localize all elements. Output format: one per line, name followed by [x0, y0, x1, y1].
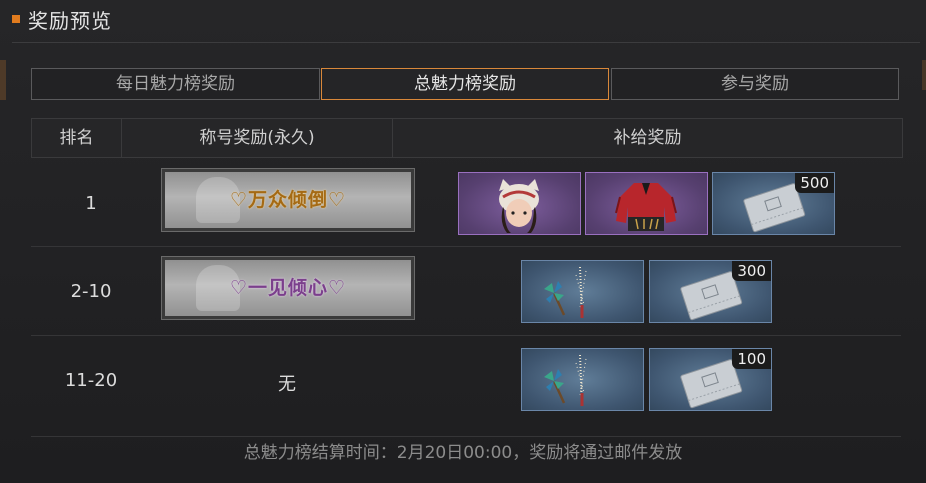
item-count: 100	[732, 349, 771, 369]
title-bullet-icon	[12, 15, 20, 23]
settlement-note: 总魅力榜结算时间：2月20日00:00，奖励将通过邮件发放	[243, 443, 683, 463]
table-row: 11-20 无 100	[31, 336, 901, 424]
reward-item[interactable]: 100	[649, 348, 772, 411]
tab-total-charm[interactable]: 总魅力榜奖励	[321, 68, 609, 100]
item-count: 500	[795, 173, 834, 193]
page-title: 奖励预览	[28, 9, 112, 33]
pinwheel-firework-icon	[544, 354, 587, 406]
reward-item[interactable]	[521, 260, 644, 323]
pinwheel-firework-icon	[544, 266, 587, 318]
left-edge-decoration	[0, 60, 6, 100]
no-title-text: 无	[278, 374, 296, 395]
table-header: 排名 称号奖励(永久) 补给奖励	[31, 118, 903, 158]
header-supply-reward: 补给奖励	[613, 128, 682, 148]
table-row: 1 ♡万众倾倒♡ 500	[31, 158, 901, 246]
reward-item[interactable]: 300	[649, 260, 772, 323]
tab-participation[interactable]: 参与奖励	[611, 68, 899, 100]
rank-value: 11-20	[64, 370, 118, 391]
red-jacket-icon	[615, 183, 677, 231]
reward-item[interactable]: 500	[712, 172, 835, 235]
reward-preview-panel: 奖励预览 每日魅力榜奖励 总魅力榜奖励 参与奖励 排名 称号奖励(永久) 补给奖…	[0, 0, 926, 483]
rank-value: 1	[85, 193, 97, 214]
reward-item[interactable]	[585, 172, 708, 235]
character-head-icon	[499, 179, 539, 233]
title-badge[interactable]: ♡一见倾心♡	[161, 256, 415, 320]
header-title-reward: 称号奖励(永久)	[199, 128, 315, 148]
title-badge-text: ♡一见倾心♡	[229, 277, 347, 299]
item-count: 300	[732, 261, 771, 281]
rank-value: 2-10	[70, 281, 112, 302]
title-badge[interactable]: ♡万众倾倒♡	[161, 168, 415, 232]
tab-daily-charm[interactable]: 每日魅力榜奖励	[31, 68, 320, 100]
tab-bar: 每日魅力榜奖励 总魅力榜奖励 参与奖励	[31, 68, 899, 100]
table-row: 2-10 ♡一见倾心♡ 300	[31, 247, 901, 335]
header-rank: 排名	[59, 128, 94, 148]
reward-item[interactable]	[521, 348, 644, 411]
right-edge-decoration	[922, 60, 926, 90]
title-divider	[12, 42, 920, 43]
reward-item[interactable]	[458, 172, 581, 235]
title-bar: 奖励预览	[0, 0, 926, 43]
title-badge-text: ♡万众倾倒♡	[229, 189, 347, 211]
footer-divider	[31, 436, 901, 437]
